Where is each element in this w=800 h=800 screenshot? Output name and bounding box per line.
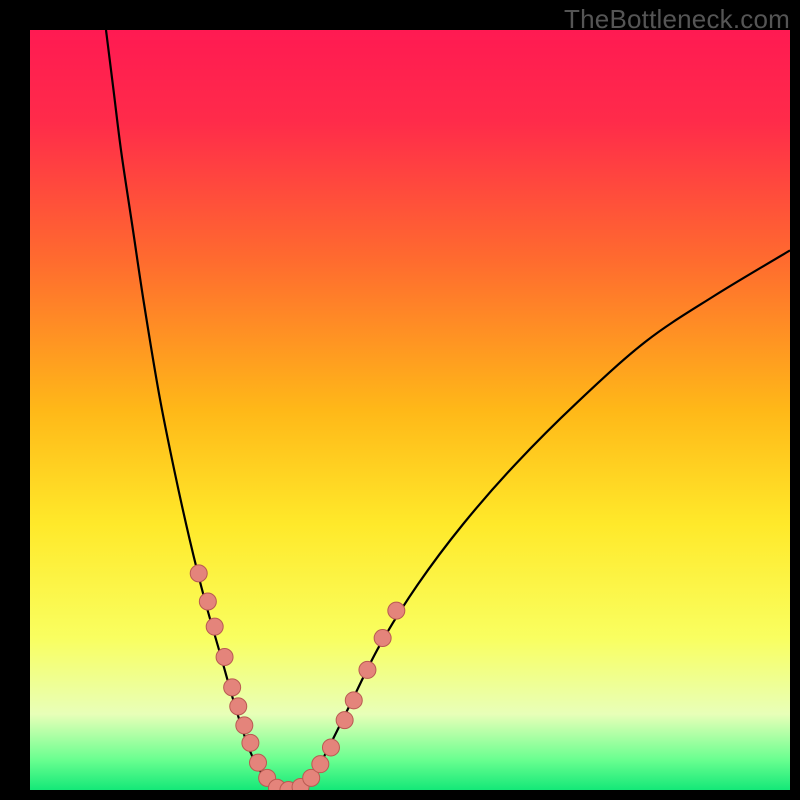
highlight-dot bbox=[250, 754, 267, 771]
bottleneck-curve bbox=[106, 30, 790, 790]
curve-layer bbox=[30, 30, 790, 790]
highlight-dot bbox=[345, 692, 362, 709]
plot-area bbox=[30, 30, 790, 790]
highlight-dot bbox=[388, 602, 405, 619]
highlight-dot bbox=[230, 698, 247, 715]
attribution-text: TheBottleneck.com bbox=[564, 4, 790, 35]
highlight-dot bbox=[190, 565, 207, 582]
highlight-dot bbox=[322, 739, 339, 756]
highlight-dots bbox=[190, 565, 405, 790]
highlight-dot bbox=[216, 649, 233, 666]
highlight-dot bbox=[359, 661, 376, 678]
chart-frame: TheBottleneck.com bbox=[0, 0, 800, 800]
highlight-dot bbox=[336, 712, 353, 729]
highlight-dot bbox=[224, 679, 241, 696]
highlight-dot bbox=[206, 618, 223, 635]
highlight-dot bbox=[242, 734, 259, 751]
highlight-dot bbox=[374, 630, 391, 647]
highlight-dot bbox=[199, 593, 216, 610]
highlight-dot bbox=[312, 756, 329, 773]
highlight-dot bbox=[236, 717, 253, 734]
